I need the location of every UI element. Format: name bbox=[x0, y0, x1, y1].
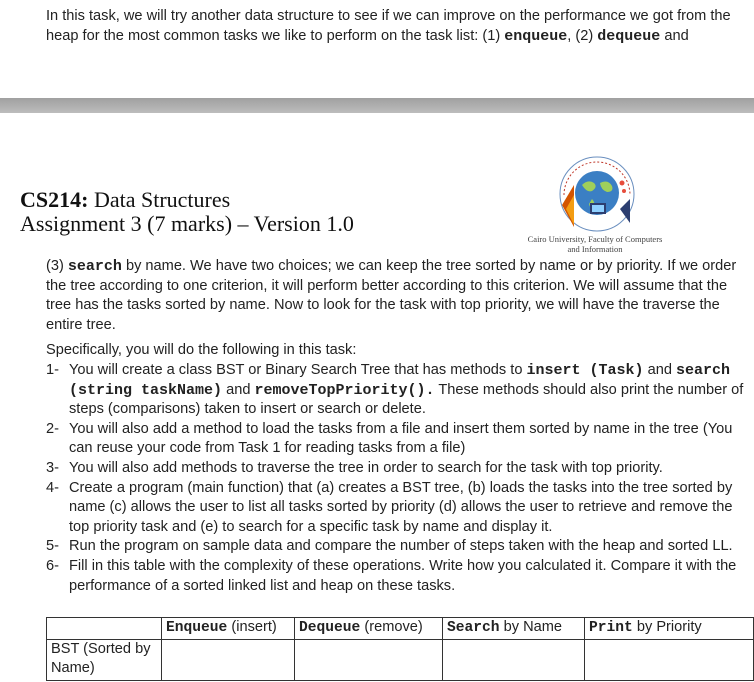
table-corner-cell bbox=[46, 617, 162, 640]
enqueue-keyword: enqueue bbox=[504, 27, 568, 45]
dequeue-keyword: dequeue bbox=[597, 27, 661, 45]
university-caption: Cairo University, Faculty of Computers a… bbox=[510, 234, 680, 254]
table-header-print: Print by Priority bbox=[584, 617, 754, 640]
dequeue-header-code: Dequeue bbox=[299, 620, 361, 636]
university-caption-line1: Cairo University, Faculty of Computers bbox=[527, 234, 663, 244]
course-code: CS214: bbox=[20, 187, 89, 212]
item5-text: Run the program on sample data and compa… bbox=[69, 538, 733, 555]
paragraph-body: by name. We have two choices; we can kee… bbox=[46, 258, 737, 333]
dequeue-header-text: (remove) bbox=[360, 619, 423, 635]
intro-text-mid: , (2) bbox=[567, 27, 598, 44]
list-item: 2- You will also add a method to load th… bbox=[46, 420, 746, 459]
task-list: 1- You will create a class BST or Binary… bbox=[46, 361, 746, 596]
item3-text: You will also add methods to traverse th… bbox=[69, 459, 663, 476]
search-header-text: by Name bbox=[499, 619, 562, 635]
item1-text: You will create a class BST or Binary Se… bbox=[69, 362, 527, 378]
list-number: 1- bbox=[46, 362, 59, 378]
search-paragraph: (3) search by name. We have two choices;… bbox=[46, 257, 746, 335]
enqueue-header-code: Enqueue bbox=[166, 620, 228, 636]
table-cell-print[interactable] bbox=[584, 639, 754, 681]
course-title: CS214: Data Structures bbox=[20, 187, 230, 213]
search-header-code: Search bbox=[447, 620, 500, 636]
spec-intro: Specifically, you will do the following … bbox=[46, 342, 357, 358]
item1-and: and bbox=[643, 362, 677, 378]
list-item: 4- Create a program (main function) that… bbox=[46, 479, 746, 538]
university-caption-line2: and Information bbox=[567, 244, 623, 254]
search-keyword: search bbox=[67, 258, 122, 275]
table-header-enqueue: Enqueue (insert) bbox=[161, 617, 295, 640]
assignment-title: Assignment 3 (7 marks) – Version 1.0 bbox=[20, 211, 354, 236]
print-header-text: by Priority bbox=[632, 619, 702, 635]
list-number: 6- bbox=[46, 557, 59, 574]
item4-text: Create a program (main function) that (a… bbox=[69, 479, 733, 535]
list-item: 6- Fill in this table with the complexit… bbox=[46, 557, 746, 596]
table-cell-search[interactable] bbox=[442, 639, 585, 681]
list-item: 3- You will also add methods to traverse… bbox=[46, 459, 746, 479]
table-cell-enqueue[interactable] bbox=[161, 639, 295, 681]
table-header-dequeue: Dequeue (remove) bbox=[294, 617, 443, 640]
enqueue-header-text: (insert) bbox=[227, 619, 277, 635]
course-name: Data Structures bbox=[88, 187, 231, 212]
intro-text: In this task, we will try another data s… bbox=[46, 7, 746, 46]
list-number: 5- bbox=[46, 538, 59, 555]
remove-method-code: removeTopPriority(). bbox=[254, 381, 435, 399]
table-cell-dequeue[interactable] bbox=[294, 639, 443, 681]
list-number: 4- bbox=[46, 479, 59, 496]
table-row-label: BST (Sorted by Name) bbox=[46, 639, 162, 681]
table-header-search: Search by Name bbox=[442, 617, 585, 640]
item1-and2: and bbox=[222, 381, 255, 398]
list-item: 1- You will create a class BST or Binary… bbox=[46, 361, 746, 420]
intro-text-end: and bbox=[660, 27, 689, 44]
print-header-code: Print bbox=[589, 620, 633, 636]
complexity-table: Enqueue (insert) Dequeue (remove) Search… bbox=[46, 617, 754, 681]
insert-method-code: insert (Task) bbox=[526, 362, 644, 379]
table-header-row: Enqueue (insert) Dequeue (remove) Search… bbox=[46, 617, 754, 640]
item6-text: Fill in this table with the complexity o… bbox=[69, 557, 737, 594]
list-item: 5- Run the program on sample data and co… bbox=[46, 537, 746, 557]
university-logo bbox=[559, 156, 635, 232]
paragraph-start: (3) bbox=[46, 258, 68, 274]
page-break-divider bbox=[0, 98, 754, 113]
item2-text: You will also add a method to load the t… bbox=[69, 420, 733, 457]
list-number: 3- bbox=[46, 459, 59, 476]
list-number: 2- bbox=[46, 420, 59, 437]
table-row: BST (Sorted by Name) bbox=[46, 639, 754, 681]
